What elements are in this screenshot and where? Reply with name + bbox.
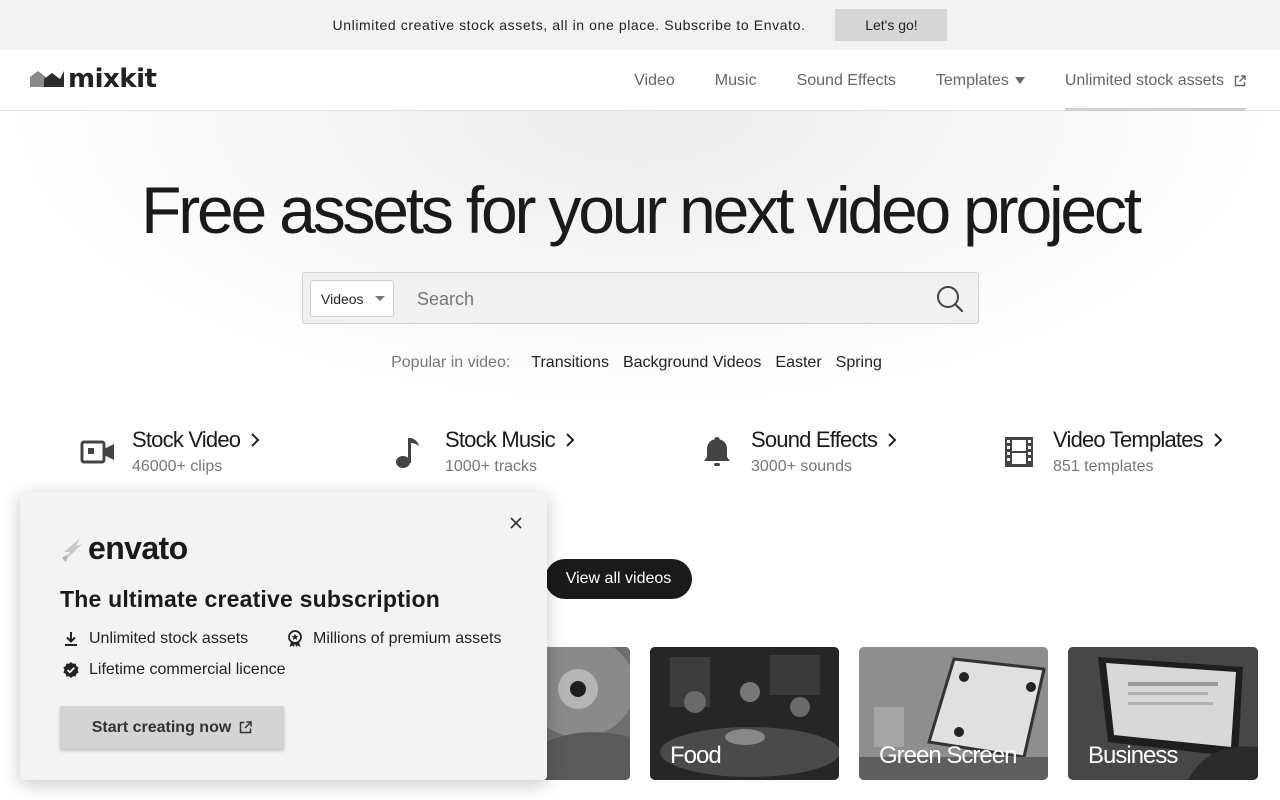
category-title-text: Sound Effects [751,427,878,452]
category-count: 1000+ tracks [445,458,538,475]
caret-down-icon [374,296,385,301]
award-icon [288,630,302,647]
category-title-text: Video Templates [1053,427,1204,452]
film-strip-icon [1005,437,1033,467]
nav-templates[interactable]: Templates [936,50,1025,111]
search-bar: Videos [302,272,979,324]
category-title: Sound Effects [751,426,897,454]
chevron-right-icon [888,433,897,447]
verified-badge-icon [63,662,79,678]
thumbnail-food[interactable]: Food [650,647,839,780]
nav-music-label: Music [714,71,757,89]
search-type-dropdown[interactable]: Videos [310,280,394,317]
thumbnail-label: Food [670,742,722,769]
nav-sound-effects-label: Sound Effects [796,71,896,89]
nav-sound-effects[interactable]: Sound Effects [797,50,896,111]
category-title: Stock Video [132,426,260,454]
category-stock-video[interactable]: Stock Video 46000+ clips [80,426,260,476]
popular-link-easter[interactable]: Easter [775,354,821,372]
close-icon[interactable] [509,516,523,530]
feature-unlimited-stock-assets: Unlimited stock assets [62,630,248,648]
nav-unlimited-stock-assets[interactable]: Unlimited stock assets [1064,50,1247,111]
category-count: 3000+ sounds [751,458,852,475]
chevron-right-icon [566,433,575,447]
nav-video-label: Video [634,71,675,89]
external-link-icon [240,721,253,734]
thumbnail-business[interactable]: Business [1068,647,1258,780]
search-icon[interactable] [936,285,964,313]
category-title: Stock Music [445,426,575,454]
start-creating-now-button[interactable]: Start creating now [60,706,284,749]
popular-link-spring[interactable]: Spring [836,354,882,372]
popular-link-transitions[interactable]: Transitions [531,354,609,372]
video-camera-icon [80,440,114,464]
envato-subscription-popup: envato The ultimate creative subscriptio… [20,492,547,780]
category-sound-effects[interactable]: Sound Effects 3000+ sounds [699,426,897,476]
music-note-icon [396,438,419,468]
feature-lifetime-commercial-licence: Lifetime commercial licence [62,661,286,679]
chevron-right-icon [251,433,260,447]
feature-label: Millions of premium assets [313,630,502,647]
popup-title: The ultimate creative subscription [60,586,441,612]
nav-templates-label: Templates [935,71,1009,89]
nav-video[interactable]: Video [634,50,675,111]
popular-searches: Popular in video: Transitions Background… [0,354,1280,372]
hero-title: Free assets for your next video project [141,173,1142,247]
feature-label: Unlimited stock assets [89,630,249,647]
envato-logo-text: envato [88,530,188,566]
start-creating-label: Start creating now [91,718,232,736]
lets-go-button[interactable]: Let's go! [835,9,948,41]
nav-unlimited-label: Unlimited stock assets [1064,71,1224,89]
promo-banner: Unlimited creative stock assets, all in … [0,0,1280,50]
search-type-label: Videos [321,290,364,307]
promo-text: Unlimited creative stock assets, all in … [332,17,806,33]
thumbnail-label: Business [1088,742,1178,769]
nav-music[interactable]: Music [715,50,757,111]
logo-text: mixkit [68,64,157,94]
feature-label: Lifetime commercial licence [89,661,286,678]
envato-leaf-icon [62,538,82,562]
external-link-icon [1234,74,1246,86]
view-all-videos-button[interactable]: View all videos [545,559,692,599]
thumbnail-label: Green Screen [879,742,1017,769]
category-video-templates[interactable]: Video Templates 851 templates [1001,426,1223,476]
envato-logo: envato [60,530,188,566]
thumbnail-green-screen[interactable]: Green Screen [859,647,1048,780]
popular-label: Popular in video: [391,354,511,371]
category-count: 851 templates [1053,458,1154,475]
caret-down-icon [1014,77,1025,84]
mixkit-logo[interactable]: mixkit [30,64,157,94]
main-nav: Video Music Sound Effects Templates Unli… [594,50,1247,111]
chevron-right-icon [1214,433,1223,447]
download-icon [65,632,77,646]
category-title-text: Stock Music [445,427,556,452]
mixkit-logo-icon [30,71,64,87]
site-header: mixkit Video Music Sound Effects Templat… [0,50,1280,111]
search-input[interactable] [403,281,923,317]
category-title-text: Stock Video [132,427,241,452]
popular-link-background-videos[interactable]: Background Videos [623,354,761,372]
feature-millions-premium-assets: Millions of premium assets [286,630,502,648]
category-stock-music[interactable]: Stock Music 1000+ tracks [393,426,575,476]
category-title: Video Templates [1053,426,1223,454]
bell-icon [704,437,730,466]
category-count: 46000+ clips [132,458,223,475]
